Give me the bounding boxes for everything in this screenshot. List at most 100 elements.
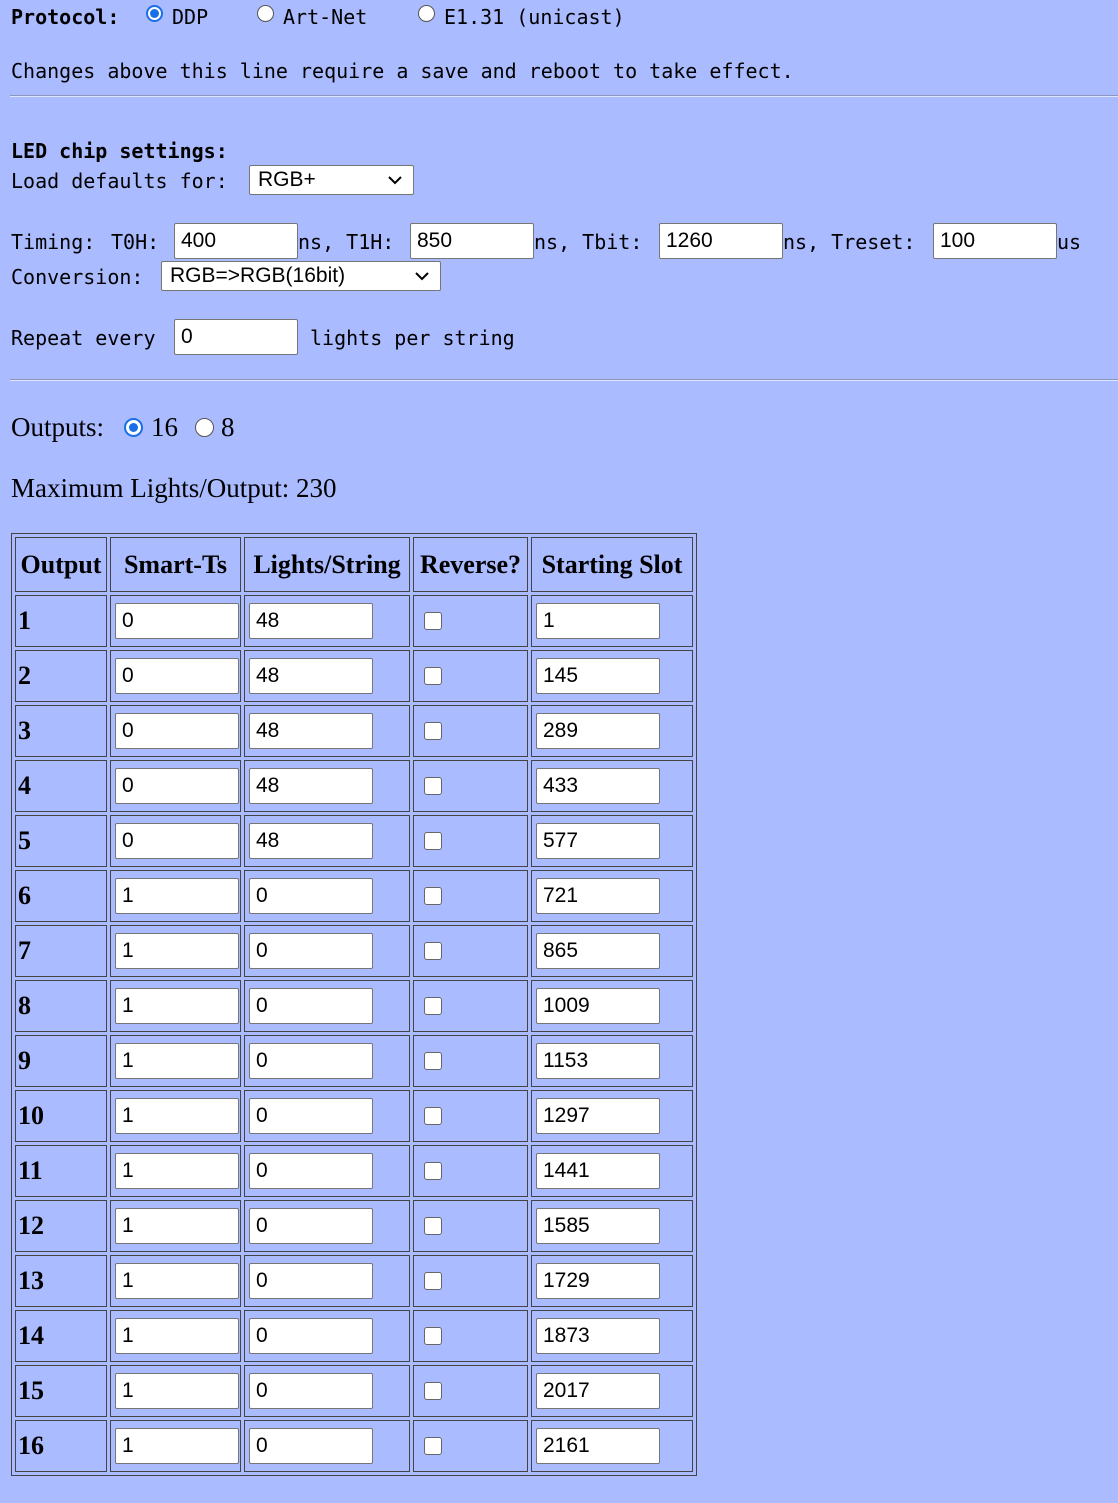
reverse-checkbox[interactable]: [424, 887, 442, 905]
repeat-suffix: lights per string: [310, 326, 515, 350]
starting-slot-input[interactable]: [536, 1373, 660, 1409]
tbit-input[interactable]: [659, 223, 783, 259]
protocol-artnet-label[interactable]: Art-Net: [283, 5, 367, 29]
lights-string-input[interactable]: [249, 933, 373, 969]
repeat-input[interactable]: [174, 319, 298, 355]
lights-string-input[interactable]: [249, 1263, 373, 1299]
reverse-cell: [413, 760, 528, 812]
protocol-e131-label[interactable]: E1.31 (unicast): [444, 5, 625, 29]
table-row: 14: [15, 1310, 693, 1362]
lights-string-input[interactable]: [249, 988, 373, 1024]
lights-string-input[interactable]: [249, 1208, 373, 1244]
starting-slot-input[interactable]: [536, 1318, 660, 1354]
reverse-checkbox[interactable]: [424, 1052, 442, 1070]
outputs-16-radio[interactable]: [124, 418, 143, 437]
starting-slot-cell: [531, 815, 693, 867]
outputs-table: Output Smart-Ts Lights/String Reverse? S…: [11, 533, 697, 1476]
outputs-16-label[interactable]: 16: [151, 412, 178, 443]
table-header-row: Output Smart-Ts Lights/String Reverse? S…: [15, 537, 693, 592]
reverse-checkbox[interactable]: [424, 1162, 442, 1180]
starting-slot-input[interactable]: [536, 1428, 660, 1464]
smart-ts-input[interactable]: [115, 1263, 239, 1299]
reverse-checkbox[interactable]: [424, 832, 442, 850]
table-row: 13: [15, 1255, 693, 1307]
starting-slot-input[interactable]: [536, 1043, 660, 1079]
reverse-checkbox[interactable]: [424, 1327, 442, 1345]
t0h-input[interactable]: [174, 223, 298, 259]
reverse-checkbox[interactable]: [424, 722, 442, 740]
protocol-e131-radio[interactable]: [418, 5, 435, 22]
smart-ts-input[interactable]: [115, 878, 239, 914]
t1h-input[interactable]: [410, 223, 534, 259]
smart-ts-input[interactable]: [115, 1428, 239, 1464]
smart-ts-input[interactable]: [115, 988, 239, 1024]
starting-slot-input[interactable]: [536, 823, 660, 859]
reverse-checkbox[interactable]: [424, 612, 442, 630]
lights-string-input[interactable]: [249, 603, 373, 639]
smart-ts-input[interactable]: [115, 1318, 239, 1354]
smart-ts-input[interactable]: [115, 1373, 239, 1409]
reverse-checkbox[interactable]: [424, 667, 442, 685]
starting-slot-input[interactable]: [536, 658, 660, 694]
smart-ts-cell: [110, 1255, 241, 1307]
starting-slot-input[interactable]: [536, 768, 660, 804]
protocol-ddp-label[interactable]: DDP: [172, 5, 208, 29]
reverse-checkbox[interactable]: [424, 997, 442, 1015]
starting-slot-input[interactable]: [536, 1098, 660, 1134]
lights-string-input[interactable]: [249, 1318, 373, 1354]
smart-ts-input[interactable]: [115, 1153, 239, 1189]
lights-string-input[interactable]: [249, 1043, 373, 1079]
starting-slot-input[interactable]: [536, 713, 660, 749]
starting-slot-input[interactable]: [536, 1208, 660, 1244]
reverse-checkbox[interactable]: [424, 1437, 442, 1455]
lights-string-input[interactable]: [249, 768, 373, 804]
smart-ts-input[interactable]: [115, 1208, 239, 1244]
lights-string-input[interactable]: [249, 823, 373, 859]
output-number: 8: [15, 980, 107, 1032]
treset-input[interactable]: [933, 223, 1057, 259]
lights-string-input[interactable]: [249, 1373, 373, 1409]
smart-ts-input[interactable]: [115, 658, 239, 694]
load-defaults-select[interactable]: RGB+: [249, 165, 414, 195]
t1h-label: ns, T1H:: [298, 230, 395, 254]
output-number: 14: [15, 1310, 107, 1362]
starting-slot-input[interactable]: [536, 878, 660, 914]
reverse-cell: [413, 705, 528, 757]
starting-slot-input[interactable]: [536, 988, 660, 1024]
starting-slot-cell: [531, 870, 693, 922]
lights-string-input[interactable]: [249, 1153, 373, 1189]
reverse-checkbox[interactable]: [424, 1272, 442, 1290]
starting-slot-input[interactable]: [536, 603, 660, 639]
reverse-checkbox[interactable]: [424, 777, 442, 795]
smart-ts-input[interactable]: [115, 933, 239, 969]
lights-string-input[interactable]: [249, 713, 373, 749]
protocol-artnet-radio[interactable]: [257, 5, 274, 22]
lights-string-input[interactable]: [249, 658, 373, 694]
outputs-8-label[interactable]: 8: [221, 412, 235, 443]
lights-string-input[interactable]: [249, 878, 373, 914]
starting-slot-input[interactable]: [536, 1153, 660, 1189]
protocol-ddp-radio[interactable]: [146, 5, 163, 22]
chip-settings-heading: LED chip settings:: [11, 139, 228, 163]
reverse-cell: [413, 1255, 528, 1307]
smart-ts-input[interactable]: [115, 768, 239, 804]
reverse-checkbox[interactable]: [424, 1217, 442, 1235]
header-smart-ts: Smart-Ts: [110, 537, 241, 592]
starting-slot-cell: [531, 760, 693, 812]
smart-ts-input[interactable]: [115, 1098, 239, 1134]
smart-ts-input[interactable]: [115, 603, 239, 639]
smart-ts-input[interactable]: [115, 1043, 239, 1079]
reverse-checkbox[interactable]: [424, 1107, 442, 1125]
lights-string-input[interactable]: [249, 1428, 373, 1464]
conversion-select[interactable]: RGB=>RGB(16bit): [161, 261, 441, 291]
reverse-checkbox[interactable]: [424, 1382, 442, 1400]
starting-slot-input[interactable]: [536, 1263, 660, 1299]
smart-ts-input[interactable]: [115, 713, 239, 749]
smart-ts-input[interactable]: [115, 823, 239, 859]
load-defaults-label: Load defaults for:: [11, 169, 228, 193]
lights-string-input[interactable]: [249, 1098, 373, 1134]
starting-slot-input[interactable]: [536, 933, 660, 969]
t0h-label: T0H:: [111, 230, 160, 254]
reverse-checkbox[interactable]: [424, 942, 442, 960]
outputs-8-radio[interactable]: [195, 418, 214, 437]
